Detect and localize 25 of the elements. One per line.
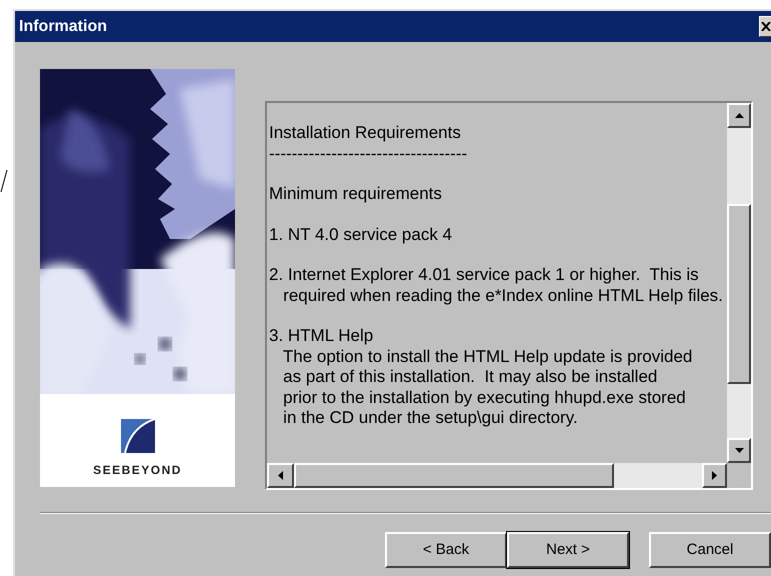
vertical-scrollbar[interactable] <box>727 103 751 463</box>
text-paragraph: Installation Requirements ----------------------------------- <box>269 123 468 164</box>
scroll-thumb[interactable] <box>294 463 614 488</box>
scroll-down-button[interactable] <box>727 438 751 463</box>
close-icon <box>761 22 771 31</box>
scroll-thumb[interactable] <box>727 204 751 384</box>
scroll-right-button[interactable] <box>702 463 727 488</box>
up-triangle-icon <box>734 113 744 118</box>
text-paragraph: 3. HTML Help The option to install the HTML Help update is provided as part of this installation. It may also be installed prior to the installation by executing hhupd.exe stored in the CD under the setup\gui directory. <box>269 326 694 428</box>
logo-text: SEEBEYOND <box>93 462 182 479</box>
logo-icon <box>120 419 154 453</box>
left-triangle-icon <box>278 471 283 480</box>
text-paragraph: 1. NT 4.0 service pack 4 <box>269 224 453 245</box>
slash-mark <box>0 170 8 192</box>
down-triangle-icon <box>734 448 744 453</box>
scroll-up-button[interactable] <box>727 103 751 128</box>
dialog-button[interactable]: < Back <box>385 532 507 568</box>
text-paragraph: 2. Internet Explorer 4.01 service pack 1 or higher. This is required when reading the e*Index online HTML Help files. <box>269 265 724 306</box>
dialog-button[interactable]: Cancel <box>649 532 771 568</box>
right-triangle-icon <box>712 471 717 480</box>
text-paragraph: Minimum requirements <box>269 184 443 204</box>
window-title: Information <box>19 16 107 36</box>
horizontal-scrollbar[interactable] <box>267 463 727 488</box>
dialog-button[interactable]: Next > <box>507 532 629 568</box>
scroll-left-button[interactable] <box>267 463 294 488</box>
